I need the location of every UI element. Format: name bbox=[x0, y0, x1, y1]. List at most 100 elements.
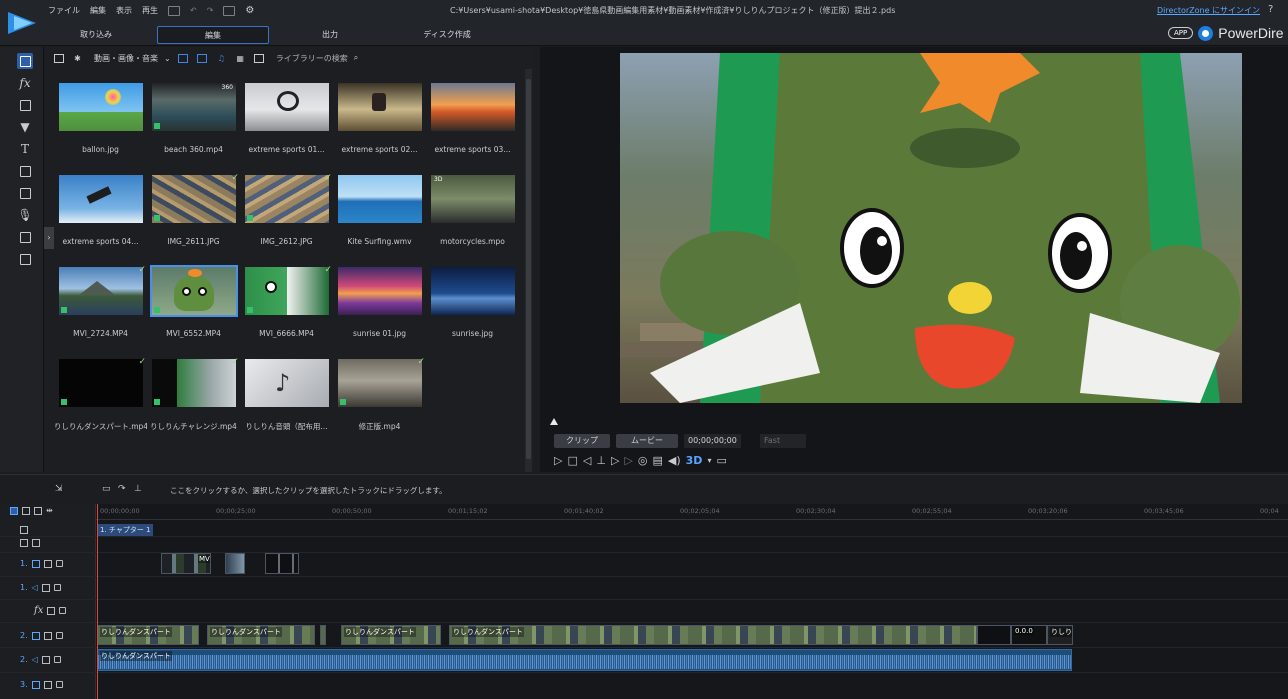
import-media-icon[interactable] bbox=[52, 52, 65, 64]
redo-icon[interactable]: ↷ bbox=[207, 6, 214, 15]
tab-clip-mode[interactable]: クリップ bbox=[554, 434, 610, 448]
preferences-icon[interactable] bbox=[168, 5, 180, 16]
video-track-2-clip[interactable]: りしりんダンスパート bbox=[207, 625, 315, 645]
3d-dropdown-chevron-icon[interactable]: ▾ bbox=[707, 456, 711, 465]
video-track-2-clip[interactable]: りしり bbox=[1047, 625, 1073, 645]
preview-quality-dropdown[interactable]: Fast bbox=[760, 434, 806, 448]
loop-icon[interactable]: ↷ bbox=[118, 484, 126, 494]
track-enable-checkbox[interactable] bbox=[43, 631, 52, 640]
menu-file[interactable]: ファイル bbox=[48, 5, 80, 16]
music-filter-icon[interactable]: ♫ bbox=[215, 52, 228, 64]
media-room-icon[interactable] bbox=[17, 53, 33, 69]
lock-icon[interactable] bbox=[55, 560, 63, 567]
stop-icon[interactable]: □ bbox=[567, 454, 577, 467]
preview-scrub-bar[interactable] bbox=[550, 418, 1288, 426]
in-use-marker bbox=[154, 399, 160, 405]
subtitle-icon[interactable]: ▤ bbox=[652, 454, 662, 467]
audio-mixing-icon[interactable] bbox=[17, 185, 33, 201]
menu-edit[interactable]: 編集 bbox=[90, 5, 106, 16]
video-track-2-clip[interactable]: りしりんダンスパート bbox=[449, 625, 977, 645]
directorzone-signin-link[interactable]: DirectorZone にサインイン bbox=[1157, 5, 1260, 16]
storyboard-view-icon[interactable] bbox=[22, 506, 30, 515]
video-track-2-clip[interactable] bbox=[320, 625, 326, 645]
track-enable-checkbox[interactable] bbox=[43, 680, 52, 689]
video-track-2-clip[interactable] bbox=[977, 625, 1011, 645]
play-icon[interactable]: ▷ bbox=[554, 454, 562, 467]
chapter-room-icon[interactable] bbox=[17, 229, 33, 245]
video-track-1-clip[interactable]: MV bbox=[161, 553, 211, 574]
chevron-down-icon[interactable]: ⌄ bbox=[164, 54, 171, 63]
previous-frame-icon[interactable]: ◁ bbox=[583, 454, 591, 467]
pip-room-icon[interactable] bbox=[17, 97, 33, 113]
track-number: 1. bbox=[20, 559, 28, 568]
chapter-track-icon[interactable] bbox=[20, 526, 28, 534]
video-filter-icon[interactable] bbox=[177, 52, 190, 64]
menu-view[interactable]: 表示 bbox=[116, 5, 132, 16]
layout-icon[interactable] bbox=[223, 5, 236, 16]
transition-room-icon[interactable] bbox=[17, 163, 33, 179]
volume-icon[interactable]: ◀) bbox=[668, 454, 681, 467]
app-button[interactable]: APP bbox=[1168, 27, 1194, 39]
subtitle-room-icon[interactable] bbox=[17, 251, 33, 267]
fast-forward-icon[interactable]: ▷ bbox=[624, 454, 632, 467]
tab-create-disc[interactable]: ディスク作成 bbox=[391, 26, 503, 44]
undock-preview-icon[interactable]: ▭ bbox=[716, 454, 726, 467]
subtitle-track-icon[interactable] bbox=[20, 539, 28, 547]
track-enable-checkbox[interactable] bbox=[47, 606, 56, 615]
next-frame-icon[interactable]: ▷ bbox=[611, 454, 619, 467]
track-view-icon[interactable] bbox=[34, 506, 42, 515]
image-filter-icon[interactable] bbox=[196, 52, 209, 64]
audio-track-2-clip[interactable]: りしりんダンスパート bbox=[97, 649, 1072, 671]
help-button[interactable]: ? bbox=[1268, 4, 1273, 15]
particle-room-icon[interactable]: ▼ bbox=[17, 119, 33, 135]
settings-gear-icon[interactable]: ⚙ bbox=[245, 5, 254, 16]
tab-capture[interactable]: 取り込み bbox=[40, 26, 152, 44]
fx-room-icon[interactable]: fx bbox=[17, 75, 33, 91]
video-track-1-clip[interactable] bbox=[225, 553, 245, 574]
zoom-fit-icon[interactable]: ⇹ bbox=[46, 506, 53, 515]
video-track-1-clip[interactable] bbox=[265, 553, 299, 574]
thumbnail: 3D bbox=[431, 175, 515, 223]
collapse-panel-arrow-icon[interactable]: › bbox=[44, 227, 54, 249]
tab-produce[interactable]: 出力 bbox=[274, 26, 386, 44]
media-filter-dropdown[interactable]: 動画・画像・音楽 bbox=[94, 53, 158, 64]
track-enable-checkbox[interactable] bbox=[43, 559, 52, 568]
tab-movie-mode[interactable]: ムービー bbox=[616, 434, 678, 448]
preview-video-frame[interactable] bbox=[620, 53, 1242, 403]
library-search-input[interactable]: ライブラリーの検索 bbox=[276, 53, 348, 64]
timeline-view-icon[interactable] bbox=[10, 506, 18, 515]
timecode-display[interactable]: 00;00;00;00 bbox=[684, 434, 741, 448]
search-icon[interactable]: ⌕ bbox=[354, 53, 358, 63]
video-track-2-clip[interactable]: りしりんダンスパート bbox=[341, 625, 441, 645]
video-track-2-clip[interactable]: 0.0.0 bbox=[1011, 625, 1047, 645]
plugins-icon[interactable]: ✱ bbox=[71, 52, 84, 64]
track-enable-checkbox[interactable] bbox=[41, 583, 50, 592]
video-track-2-clip[interactable]: りしりんダンスパート bbox=[97, 625, 199, 645]
3d-mode-icon[interactable]: 3D bbox=[686, 454, 703, 467]
trim-icon[interactable]: ⊥ bbox=[134, 484, 142, 494]
track-enable-checkbox[interactable] bbox=[41, 655, 50, 664]
track-manager-icon[interactable]: ⇲ bbox=[55, 484, 63, 494]
view-options-icon[interactable] bbox=[253, 52, 266, 64]
time-ruler[interactable]: 00;00;00;00 00;00;25;00 00;00;50;00 00;0… bbox=[96, 504, 1288, 522]
lock-icon[interactable] bbox=[53, 584, 61, 591]
timeline-playhead[interactable] bbox=[97, 504, 98, 699]
menu-play[interactable]: 再生 bbox=[142, 5, 158, 16]
title-room-icon[interactable]: T bbox=[17, 141, 33, 157]
fit-timeline-icon[interactable]: ▭ bbox=[102, 484, 111, 494]
preview-playhead[interactable] bbox=[550, 418, 558, 425]
lock-icon[interactable] bbox=[55, 681, 63, 688]
chapter-marker[interactable]: 1. チャプター 1 bbox=[98, 524, 153, 536]
snapshot-icon[interactable]: ◎ bbox=[638, 454, 648, 467]
grid-view-icon[interactable]: ▦ bbox=[234, 52, 247, 64]
voiceover-mic-icon[interactable]: 🎙 bbox=[17, 207, 33, 223]
track-enable-checkbox[interactable] bbox=[32, 539, 40, 547]
tab-edit[interactable]: 編集 bbox=[157, 26, 269, 44]
lock-icon[interactable] bbox=[53, 656, 61, 663]
lock-icon[interactable] bbox=[59, 607, 67, 614]
lock-icon[interactable] bbox=[55, 632, 63, 639]
library-scrollbar[interactable] bbox=[525, 69, 532, 472]
split-icon[interactable]: ⊥ bbox=[596, 454, 606, 467]
library-scrollbar-thumb[interactable] bbox=[526, 79, 531, 459]
undo-icon[interactable]: ↶ bbox=[190, 6, 197, 15]
